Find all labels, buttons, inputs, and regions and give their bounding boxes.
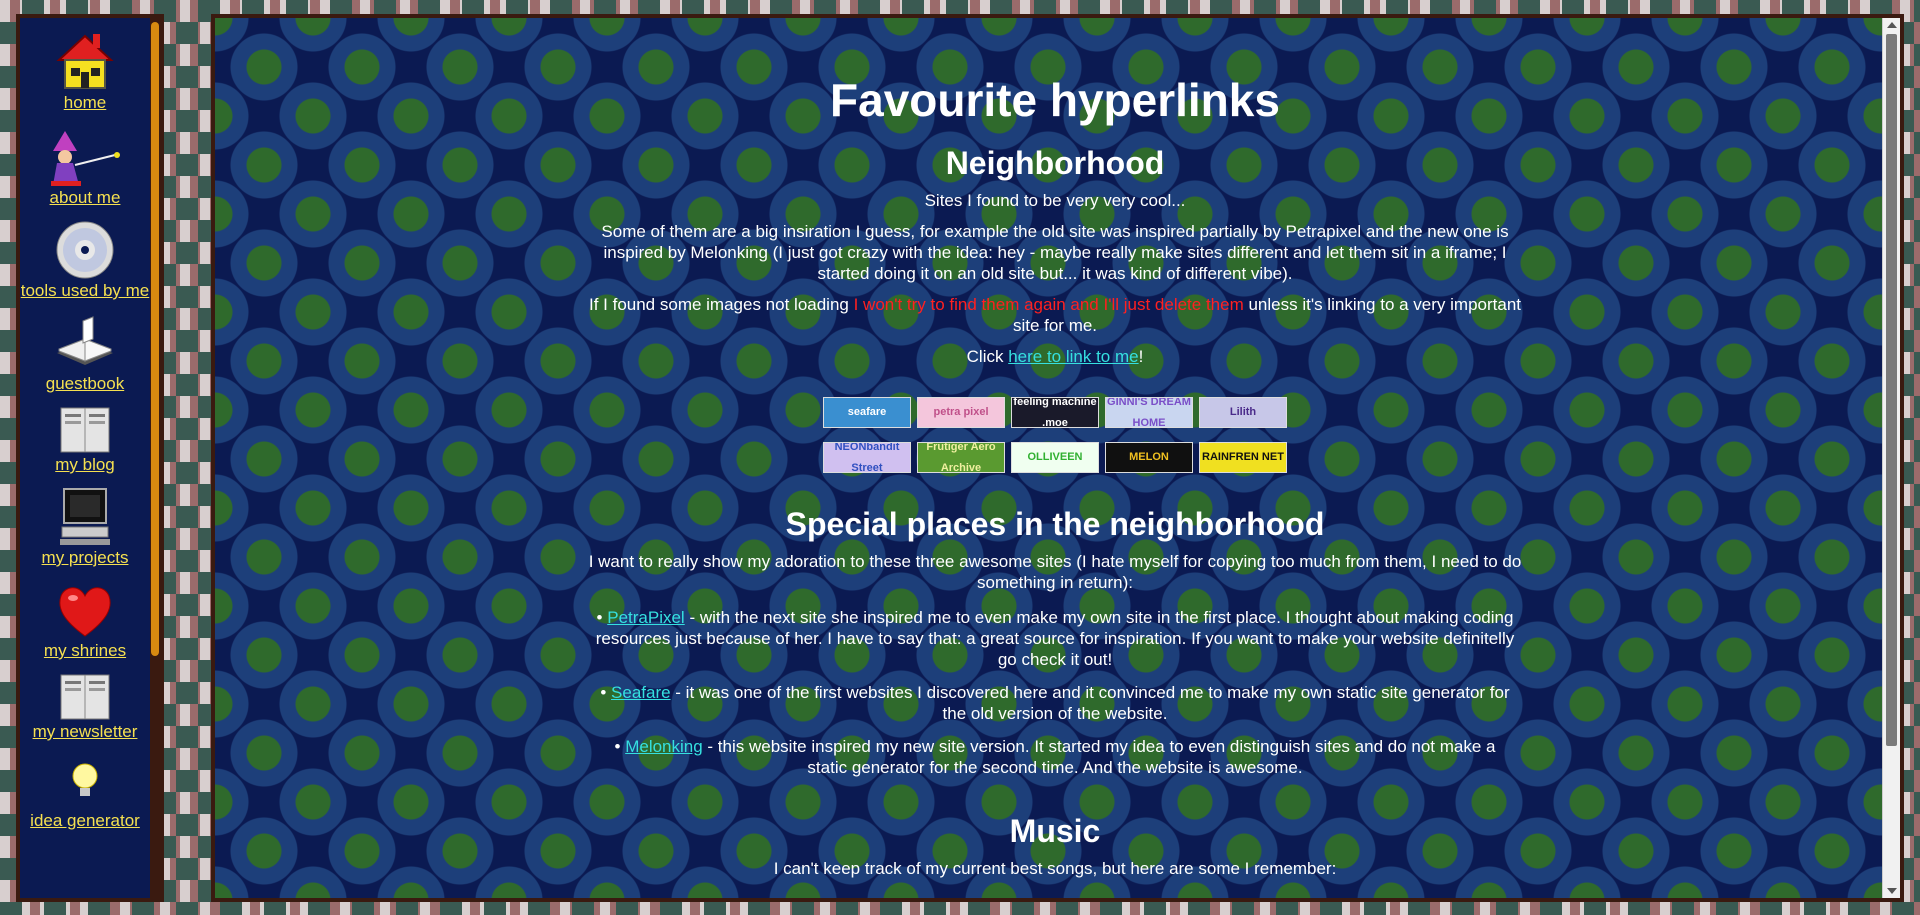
sidebar-item-newsletter[interactable]: my newsletter	[20, 673, 150, 742]
list-item: Melonking - this website inspired my new…	[585, 736, 1525, 778]
sidebar-item-label[interactable]: my blog	[20, 454, 150, 475]
sidebar-item-idea-generator[interactable]: idea generator	[20, 754, 150, 831]
music-section: Music I can't keep track of my current b…	[585, 812, 1525, 879]
open-book-icon	[57, 316, 113, 365]
neighborhood-inspiration: Some of them are a big insiration I gues…	[601, 222, 1509, 283]
seafare-description: - it was one of the first websites I dis…	[670, 683, 1510, 723]
sidebar-item-label[interactable]: my projects	[20, 547, 150, 568]
cd-icon	[56, 221, 114, 279]
main-scrollbar[interactable]	[1882, 18, 1900, 898]
melonking-link[interactable]: Melonking	[625, 737, 703, 756]
sidebar-nav: home about me tools used by me guestbook…	[20, 18, 150, 831]
scroll-down-arrow-icon[interactable]	[1887, 888, 1897, 894]
site-button-melon[interactable]: MELON	[1105, 442, 1193, 473]
sidebar-item-home[interactable]: home	[20, 30, 150, 113]
computer-icon	[60, 488, 110, 545]
sidebar-item-shrines[interactable]: my shrines	[20, 580, 150, 661]
images-note-before: If I found some images not loading	[588, 295, 854, 314]
sidebar-item-label[interactable]: my shrines	[20, 640, 150, 661]
link-to-me-link[interactable]: here to link to me	[1008, 347, 1138, 366]
site-buttons-row-2: NEONbandit Street Frutiger Aero Archive …	[585, 442, 1525, 473]
site-button-rainfren[interactable]: RAINFREN NET	[1199, 442, 1287, 473]
main-content: Favourite hyperlinks Neighborhood Sites …	[585, 18, 1525, 889]
neighborhood-images-note: If I found some images not loading I won…	[585, 294, 1525, 336]
sidebar-item-label[interactable]: tools used by me	[20, 280, 150, 301]
sidebar-item-label[interactable]: about me	[20, 187, 150, 208]
wizard-icon	[51, 131, 120, 186]
list-item: PetraPixel - with the next site she insp…	[585, 607, 1525, 670]
sidebar-item-label[interactable]: guestbook	[20, 373, 150, 394]
sidebar-item-blog[interactable]: my blog	[20, 406, 150, 475]
page-title: Favourite hyperlinks	[830, 74, 1280, 126]
special-places-list: PetraPixel - with the next site she insp…	[585, 607, 1525, 778]
sidebar-scrollbar-thumb[interactable]	[151, 22, 159, 656]
list-item: Seafare - it was one of the first websit…	[585, 682, 1525, 724]
link-to-me-after: !	[1138, 347, 1144, 366]
sidebar-item-guestbook[interactable]: guestbook	[20, 313, 150, 394]
newspaper-icon	[60, 407, 110, 453]
sidebar-scrollbar[interactable]	[150, 18, 160, 898]
house-icon	[56, 34, 114, 89]
images-note-warning: I won't try to find them again and I'll …	[853, 295, 1244, 314]
neighborhood-heading: Neighborhood	[945, 145, 1165, 181]
sidebar-item-about-me[interactable]: about me	[20, 125, 150, 208]
music-intro: I can't keep track of my current best so…	[773, 859, 1337, 878]
site-button-neonbandit[interactable]: NEONbandit Street	[823, 442, 911, 473]
site-button-ginnis-dream-home[interactable]: GINNI'S DREAM HOME	[1105, 397, 1193, 428]
site-button-feeling-machine[interactable]: feeling machine .moe	[1011, 397, 1099, 428]
main-frame: Favourite hyperlinks Neighborhood Sites …	[211, 14, 1904, 902]
neighborhood-intro: Sites I found to be very very cool...	[924, 191, 1186, 210]
link-to-me-line: Click here to link to me!	[585, 346, 1525, 367]
sidebar-item-tools[interactable]: tools used by me	[20, 220, 150, 301]
petrapixel-description: - with the next site she inspired me to …	[595, 608, 1515, 669]
site-button-petrapixel[interactable]: petra pixel	[917, 397, 1005, 428]
main-scrollbar-thumb[interactable]	[1886, 34, 1897, 746]
melonking-description: - this website inspired my new site vers…	[702, 737, 1496, 777]
heart-icon	[59, 587, 111, 637]
special-places-intro: I want to really show my adoration to th…	[588, 552, 1522, 592]
lightbulb-icon	[72, 763, 98, 796]
music-heading: Music	[1009, 813, 1101, 849]
sidebar-item-label[interactable]: idea generator	[20, 810, 150, 831]
link-to-me-before: Click	[966, 347, 1009, 366]
neighborhood-section: Neighborhood Sites I found to be very ve…	[585, 144, 1525, 473]
site-button-seafare[interactable]: seafare	[823, 397, 911, 428]
site-button-lilith[interactable]: Lilith	[1199, 397, 1287, 428]
sidebar-item-projects[interactable]: my projects	[20, 487, 150, 568]
sidebar-item-label[interactable]: my newsletter	[20, 721, 150, 742]
sidebar: home about me tools used by me guestbook…	[20, 18, 150, 898]
sidebar-item-label[interactable]: home	[20, 92, 150, 113]
sidebar-frame: home about me tools used by me guestbook…	[16, 14, 164, 902]
site-button-olliveen[interactable]: OLLIVEEN	[1011, 442, 1099, 473]
newspaper-icon	[60, 674, 110, 720]
site-button-frutiger-aero[interactable]: Frutiger Aero Archive	[917, 442, 1005, 473]
petrapixel-link[interactable]: PetraPixel	[607, 608, 684, 627]
site-buttons-row-1: seafare petra pixel feeling machine .moe…	[585, 397, 1525, 428]
seafare-link[interactable]: Seafare	[611, 683, 671, 702]
special-places-section: Special places in the neighborhood I wan…	[585, 505, 1525, 778]
scroll-up-arrow-icon[interactable]	[1887, 22, 1897, 28]
special-places-heading: Special places in the neighborhood	[785, 506, 1325, 542]
